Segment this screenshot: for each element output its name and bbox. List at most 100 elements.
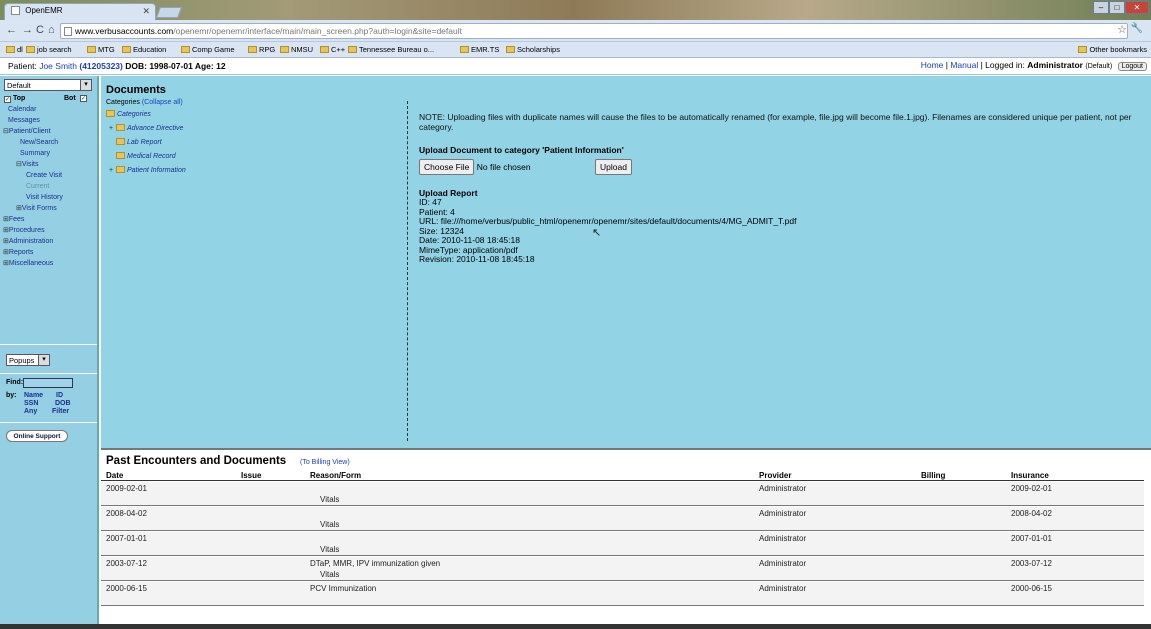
- forward-icon[interactable]: →: [22, 24, 33, 36]
- browser-toolbar: ← → C ⌂ www.verbusaccounts.com/openemr/o…: [0, 20, 1151, 42]
- bot-checkbox[interactable]: ✓: [80, 95, 87, 102]
- home-icon[interactable]: ⌂: [48, 24, 55, 36]
- maximize-icon[interactable]: □: [1109, 1, 1125, 14]
- minimize-icon[interactable]: –: [1093, 1, 1109, 14]
- row-form[interactable]: Vitals: [320, 520, 339, 529]
- folder-icon: [460, 46, 469, 53]
- tree-item-medical-record[interactable]: Medical Record: [106, 151, 186, 165]
- page-favicon-icon: [11, 6, 20, 16]
- bookmark-item[interactable]: Tennessee Bureau o...: [348, 45, 434, 54]
- folder-icon: [348, 46, 357, 53]
- browser-tab[interactable]: OpenEMR ✕: [4, 3, 156, 20]
- nav-item-patient-client[interactable]: ⊟Patient/Client: [0, 126, 97, 137]
- billing-view-link[interactable]: (To Billing View): [300, 459, 350, 466]
- row-provider: Administrator: [759, 509, 807, 518]
- reload-icon[interactable]: C: [36, 24, 44, 36]
- wrench-icon[interactable]: 🔧: [1131, 23, 1143, 34]
- search-by-dob[interactable]: DOB: [55, 400, 71, 407]
- duplicate-note: NOTE: Uploading files with duplicate nam…: [419, 112, 1132, 132]
- bookmark-item[interactable]: Comp Game: [181, 45, 235, 54]
- bookmark-item[interactable]: job search: [26, 45, 72, 54]
- documents-pane: Documents Categories (Collapse all) Cate…: [101, 76, 1151, 448]
- row-insurance: 2009-02-01: [1011, 484, 1052, 493]
- popups-select[interactable]: Popups ▾: [6, 354, 50, 366]
- table-row[interactable]: 2000-06-15 PCV Immunization Administrato…: [101, 582, 1144, 606]
- table-row[interactable]: 2007-01-01 Vitals Administrator 2007-01-…: [101, 532, 1144, 556]
- nav-item-procedures[interactable]: ⊞Procedures: [0, 225, 97, 236]
- patient-name[interactable]: Joe Smith: [39, 61, 77, 71]
- table-row[interactable]: 2009-02-01 Vitals Administrator 2009-02-…: [101, 482, 1144, 506]
- nav-item-visit-history[interactable]: Visit History: [0, 192, 97, 203]
- taskbar-strip: [0, 624, 1151, 629]
- by-label: by:: [6, 392, 17, 399]
- search-by-any[interactable]: Any: [24, 408, 37, 415]
- top-checkbox[interactable]: ✓: [4, 96, 11, 103]
- documents-title: Documents: [106, 84, 166, 96]
- nav-divider: [0, 422, 97, 423]
- bookmark-item[interactable]: EMR.TS: [460, 45, 499, 54]
- table-header: Date Issue Reason/Form Provider Billing …: [101, 469, 1144, 481]
- category-tree: Categories + Advance Directive Lab Report…: [106, 109, 186, 179]
- nav-item-create-visit[interactable]: Create Visit: [0, 170, 97, 181]
- table-row[interactable]: 2008-04-02 Vitals Administrator 2008-04-…: [101, 507, 1144, 531]
- nav-item-summary[interactable]: Summary: [0, 148, 97, 159]
- search-by-name[interactable]: Name: [24, 392, 43, 399]
- other-bookmarks[interactable]: Other bookmarks: [1078, 45, 1147, 54]
- expand-icon[interactable]: +: [109, 165, 116, 177]
- layout-select-value: Default: [7, 81, 31, 90]
- report-url[interactable]: URL: file:///home/verbus/public_html/ope…: [419, 216, 1145, 227]
- home-link[interactable]: Home: [921, 60, 944, 70]
- table-row[interactable]: 2003-07-12 DTaP, MMR, IPV immunization g…: [101, 557, 1144, 581]
- nav-item-new-search[interactable]: New/Search: [0, 137, 97, 148]
- find-input[interactable]: [23, 378, 73, 388]
- tree-item-patient-information[interactable]: + Patient Information: [106, 165, 186, 179]
- bookmark-item[interactable]: MTG: [87, 45, 115, 54]
- tree-root[interactable]: Categories: [106, 109, 186, 123]
- patient-info: Patient: Joe Smith (41205323) DOB: 1998-…: [8, 61, 226, 71]
- manual-link[interactable]: Manual: [950, 60, 978, 70]
- row-provider: Administrator: [759, 534, 807, 543]
- chevron-down-icon: ▾: [38, 355, 49, 365]
- bookmark-item[interactable]: RPG: [248, 45, 275, 54]
- new-tab-button[interactable]: [155, 7, 183, 18]
- expand-icon[interactable]: +: [109, 123, 116, 135]
- tab-close-icon[interactable]: ✕: [142, 6, 150, 17]
- folder-icon: [116, 138, 125, 145]
- back-icon[interactable]: ←: [6, 24, 17, 36]
- row-form[interactable]: Vitals: [320, 545, 339, 554]
- bookmark-item[interactable]: Education: [122, 45, 166, 54]
- nav-item-miscellaneous[interactable]: ⊞Miscellaneous: [0, 258, 97, 269]
- bookmark-item[interactable]: dl: [6, 45, 23, 54]
- search-by-id[interactable]: ID: [56, 392, 63, 399]
- top-label: Top: [12, 95, 26, 102]
- nav-item-administration[interactable]: ⊞Administration: [0, 236, 97, 247]
- tree-item-advance-directive[interactable]: + Advance Directive: [106, 123, 186, 137]
- row-form[interactable]: Vitals: [320, 495, 339, 504]
- collapse-all-link[interactable]: (Collapse all): [142, 99, 183, 106]
- nav-item-visit-forms[interactable]: ⊞Visit Forms: [0, 203, 97, 214]
- nav-item-calendar[interactable]: Calendar: [0, 104, 97, 115]
- row-reason: PCV Immunization: [310, 584, 377, 593]
- window-close-icon[interactable]: ✕: [1125, 1, 1149, 14]
- upload-heading: Upload Document to category 'Patient Inf…: [419, 145, 624, 155]
- upload-button[interactable]: Upload: [595, 159, 632, 175]
- address-bar[interactable]: www.verbusaccounts.com/openemr/openemr/i…: [60, 23, 1128, 39]
- search-by-ssn[interactable]: SSN: [24, 400, 38, 407]
- tree-item-lab-report[interactable]: Lab Report: [106, 137, 186, 151]
- choose-file-button[interactable]: Choose File: [419, 159, 475, 175]
- bookmark-star-icon[interactable]: ☆: [1117, 23, 1127, 36]
- bookmark-item[interactable]: C++: [320, 45, 345, 54]
- row-form[interactable]: Vitals: [320, 570, 339, 579]
- logout-button[interactable]: Logout: [1117, 62, 1147, 71]
- nav-item-fees[interactable]: ⊞Fees: [0, 214, 97, 225]
- online-support-button[interactable]: Online Support: [6, 430, 68, 442]
- nav-item-messages[interactable]: Messages: [0, 115, 97, 126]
- nav-item-visits[interactable]: ⊟Visits: [0, 159, 97, 170]
- nav-item-reports[interactable]: ⊞Reports: [0, 247, 97, 258]
- bookmark-item[interactable]: NMSU: [280, 45, 313, 54]
- row-insurance: 2008-04-02: [1011, 509, 1052, 518]
- layout-select[interactable]: Default ▾: [4, 79, 92, 91]
- bookmark-item[interactable]: Scholarships: [506, 45, 560, 54]
- tab-title: OpenEMR: [25, 6, 63, 15]
- search-filter[interactable]: Filter: [52, 408, 69, 415]
